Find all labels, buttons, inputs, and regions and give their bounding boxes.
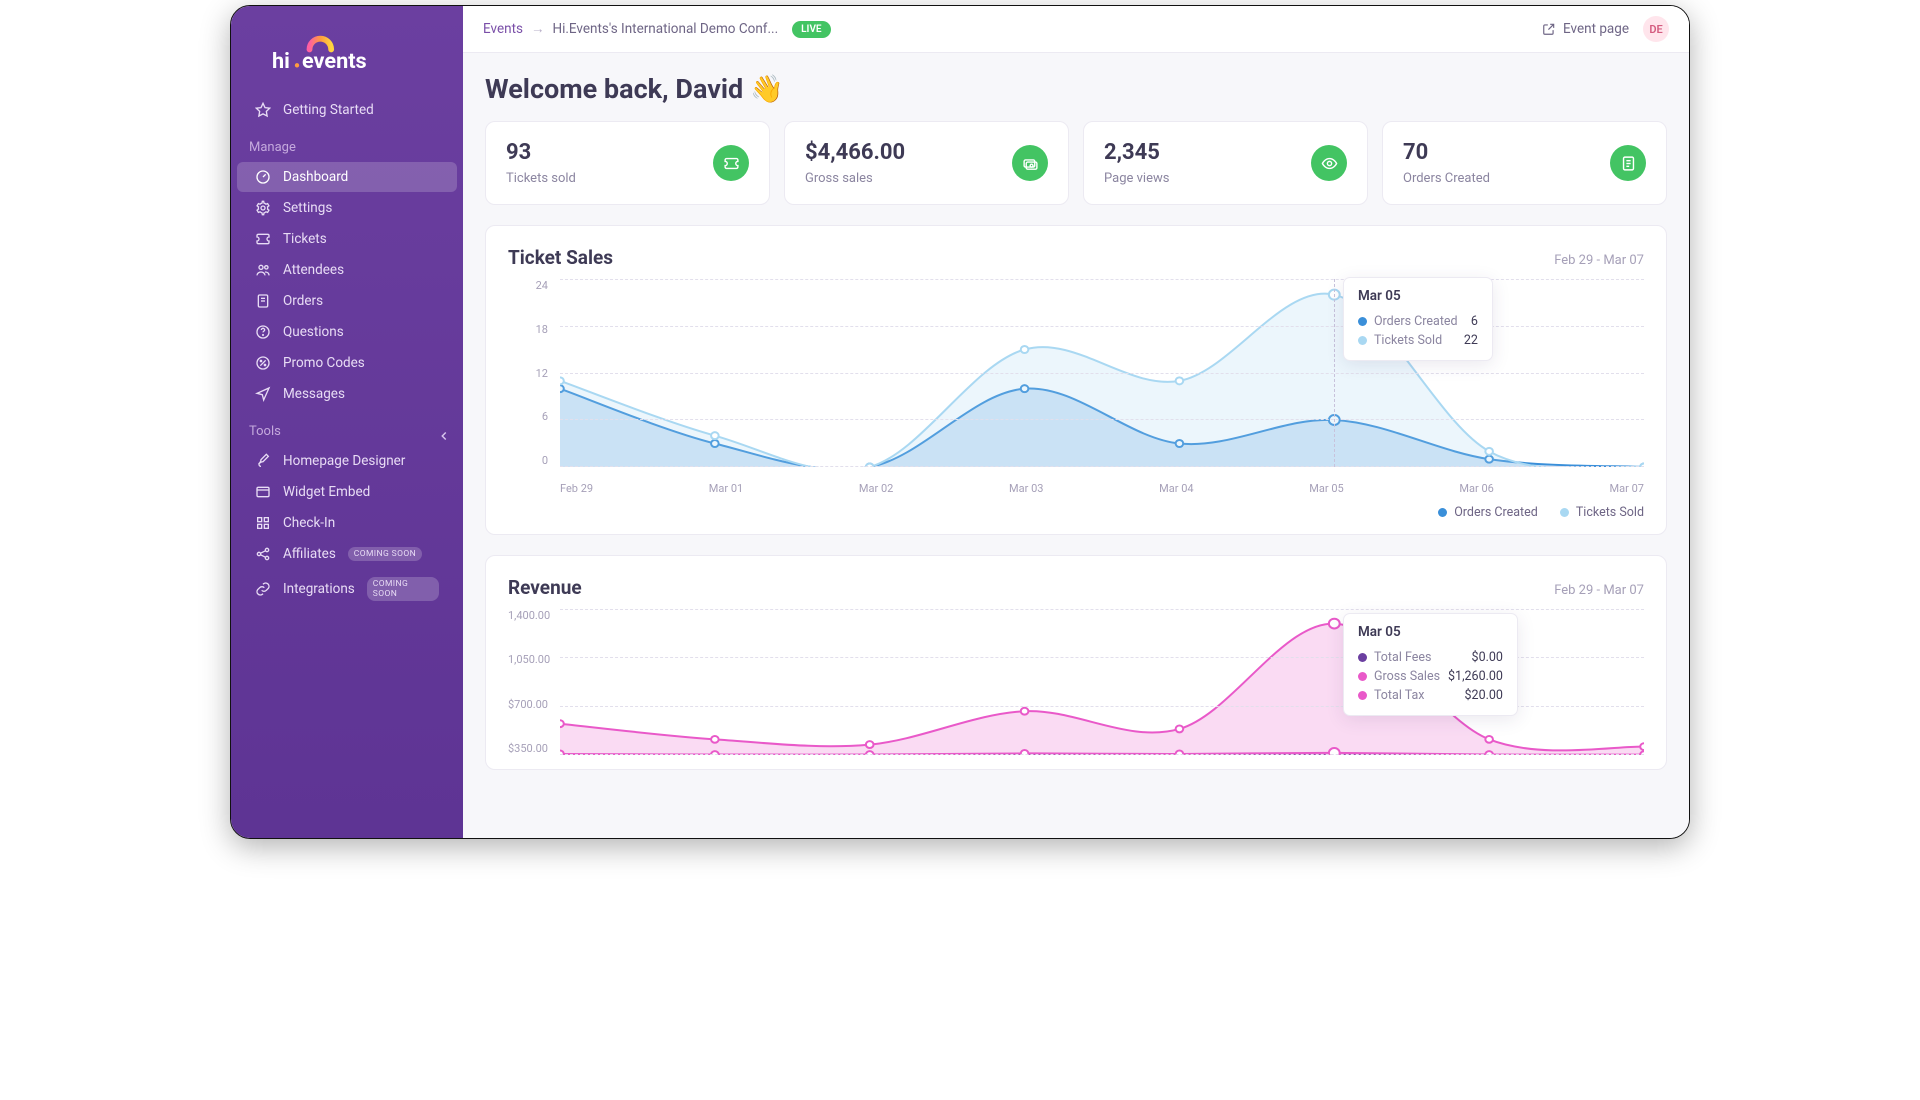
crumb-root[interactable]: Events — [483, 21, 523, 37]
ticket-sales-chart[interactable]: 24181260 Feb 29Mar 01Mar 02Mar 03Mar 04M… — [508, 275, 1644, 495]
revenue-card: Revenue Feb 29 - Mar 07 1,400.001,050.00… — [485, 555, 1667, 770]
page-title: Welcome back, David 👋 — [485, 73, 1667, 105]
nav-orders[interactable]: Orders — [237, 286, 457, 316]
nav-label: Integrations — [283, 581, 355, 597]
gauge-icon — [255, 169, 271, 185]
percent-icon — [255, 355, 271, 371]
stat-value: 2,345 — [1104, 140, 1169, 165]
sidebar: hi events Getting Started Manage Dashboa… — [231, 6, 463, 838]
nav-label: Attendees — [283, 262, 344, 278]
topbar: Events → Hi.Events's International Demo … — [463, 6, 1689, 53]
share-icon — [255, 546, 271, 562]
chart-tooltip: Mar 05 Total Fees$0.00 Gross Sales$1,260… — [1343, 613, 1518, 716]
receipt-icon — [1610, 145, 1646, 181]
nav-label: Homepage Designer — [283, 453, 405, 469]
send-icon — [255, 386, 271, 402]
nav-widget-embed[interactable]: Widget Embed — [237, 477, 457, 507]
collapse-sidebar-button[interactable] — [437, 428, 455, 446]
nav-settings[interactable]: Settings — [237, 193, 457, 223]
nav-label: Affiliates — [283, 546, 336, 562]
event-page-label: Event page — [1563, 21, 1629, 37]
stat-label: Orders Created — [1403, 171, 1490, 186]
stat-gross-sales: $4,466.00 Gross sales — [784, 121, 1069, 205]
coming-soon-badge: COMING SOON — [367, 577, 439, 601]
link-icon — [255, 581, 271, 597]
nav-label: Widget Embed — [283, 484, 370, 500]
stats-row: 93 Tickets sold $4,466.00 Gross sales 2,34… — [485, 121, 1667, 205]
x-axis: Feb 29Mar 01Mar 02Mar 03Mar 04Mar 05Mar … — [560, 482, 1644, 495]
revenue-chart[interactable]: 1,400.001,050.00$700.00$350.00 Mar 05 To… — [508, 605, 1644, 755]
users-icon — [255, 262, 271, 278]
nav-attendees[interactable]: Attendees — [237, 255, 457, 285]
cash-icon — [1012, 145, 1048, 181]
legend-tickets[interactable]: Tickets Sold — [1560, 505, 1644, 520]
nav-promo-codes[interactable]: Promo Codes — [237, 348, 457, 378]
ticket-icon — [713, 145, 749, 181]
date-range: Feb 29 - Mar 07 — [1554, 583, 1644, 598]
star-icon — [255, 102, 271, 118]
event-page-link[interactable]: Event page — [1542, 21, 1629, 37]
receipt-icon — [255, 293, 271, 309]
tooltip-title: Mar 05 — [1358, 288, 1478, 304]
section-manage: Manage — [231, 126, 463, 161]
chart-tooltip: Mar 05 Orders Created6 Tickets Sold22 — [1343, 277, 1493, 361]
gear-icon — [255, 200, 271, 216]
status-badge: LIVE — [792, 21, 830, 38]
stat-label: Page views — [1104, 171, 1169, 186]
main-panel: Events → Hi.Events's International Demo … — [463, 6, 1689, 838]
nav-label: Orders — [283, 293, 323, 309]
stat-label: Gross sales — [805, 171, 905, 186]
nav-affiliates[interactable]: Affiliates COMING SOON — [237, 539, 457, 569]
legend-orders[interactable]: Orders Created — [1438, 505, 1538, 520]
embed-icon — [255, 484, 271, 500]
eye-icon — [1311, 145, 1347, 181]
nav-label: Tickets — [283, 231, 327, 247]
nav-label: Promo Codes — [283, 355, 365, 371]
nav-dashboard[interactable]: Dashboard — [237, 162, 457, 192]
nav-label: Questions — [283, 324, 344, 340]
y-axis: 24181260 — [508, 279, 556, 467]
nav-getting-started[interactable]: Getting Started — [237, 95, 457, 125]
brush-icon — [255, 453, 271, 469]
nav-check-in[interactable]: Check-In — [237, 508, 457, 538]
ticket-icon — [255, 231, 271, 247]
nav-messages[interactable]: Messages — [237, 379, 457, 409]
nav-label: Dashboard — [283, 169, 348, 185]
nav-integrations[interactable]: Integrations COMING SOON — [237, 570, 457, 608]
stat-value: 93 — [506, 140, 576, 165]
stat-value: $4,466.00 — [805, 140, 905, 165]
nav-label: Messages — [283, 386, 345, 402]
tooltip-title: Mar 05 — [1358, 624, 1503, 640]
svg-text:hi: hi — [272, 49, 290, 74]
date-range: Feb 29 - Mar 07 — [1554, 253, 1644, 268]
question-icon — [255, 324, 271, 340]
stat-orders-created: 70 Orders Created — [1382, 121, 1667, 205]
section-tools: Tools — [231, 410, 463, 445]
svg-text:events: events — [302, 49, 367, 74]
crumb-event[interactable]: Hi.Events's International Demo Conf... — [552, 21, 778, 37]
stat-page-views: 2,345 Page views — [1083, 121, 1368, 205]
external-link-icon — [1542, 22, 1556, 36]
coming-soon-badge: COMING SOON — [348, 547, 422, 561]
nav-tickets[interactable]: Tickets — [237, 224, 457, 254]
nav-label: Check-In — [283, 515, 335, 531]
nav-questions[interactable]: Questions — [237, 317, 457, 347]
card-title: Revenue — [508, 576, 582, 599]
chevron-right-icon: → — [531, 21, 545, 37]
stat-label: Tickets sold — [506, 171, 576, 186]
nav-label: Settings — [283, 200, 332, 216]
qr-icon — [255, 515, 271, 531]
nav-label: Getting Started — [283, 102, 374, 118]
avatar[interactable]: DE — [1643, 16, 1669, 42]
nav-homepage-designer[interactable]: Homepage Designer — [237, 446, 457, 476]
stat-tickets-sold: 93 Tickets sold — [485, 121, 770, 205]
ticket-sales-card: Ticket Sales Feb 29 - Mar 07 24181260 Fe… — [485, 225, 1667, 535]
stat-value: 70 — [1403, 140, 1490, 165]
card-title: Ticket Sales — [508, 246, 613, 269]
y-axis: 1,400.001,050.00$700.00$350.00 — [508, 609, 556, 755]
brand-logo[interactable]: hi events — [231, 24, 463, 94]
chart-legend: Orders Created Tickets Sold — [508, 505, 1644, 520]
breadcrumb: Events → Hi.Events's International Demo … — [483, 21, 831, 38]
